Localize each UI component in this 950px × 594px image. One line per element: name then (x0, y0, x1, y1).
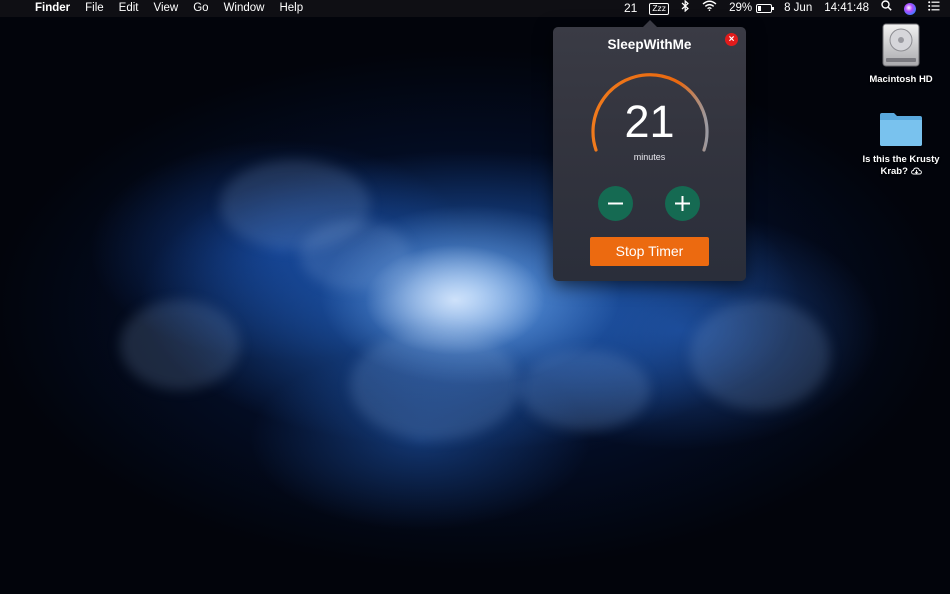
minus-icon (608, 202, 623, 205)
desktop-item-label: Macintosh HD (869, 74, 933, 85)
menu-help[interactable]: Help (279, 0, 303, 17)
folder-label-line1: Is this the Krusty (862, 154, 940, 165)
battery-icon (756, 4, 775, 13)
sleep-timer-icon[interactable]: Zzz (649, 2, 670, 15)
battery-percent: 29% (729, 2, 753, 14)
spotlight-search-icon[interactable] (881, 0, 892, 17)
close-button[interactable]: × (725, 33, 738, 46)
desktop-item-folder[interactable]: Is this the Krusty Krab? (856, 110, 946, 178)
decrease-button[interactable] (598, 186, 633, 221)
wallpaper-cloud (350, 330, 520, 440)
menu-date[interactable]: 8 Jun (784, 0, 812, 17)
wifi-icon[interactable] (702, 0, 717, 17)
folder-label-line2: Krab? (856, 166, 946, 178)
wallpaper-cloud (690, 300, 830, 410)
stop-timer-button[interactable]: Stop Timer (590, 237, 709, 266)
menu-view[interactable]: View (154, 0, 179, 17)
icloud-download-icon (910, 168, 922, 175)
increase-button[interactable] (665, 186, 700, 221)
battery-fill (758, 6, 762, 11)
timer-minutes-value: 21 (624, 96, 675, 147)
menu-edit[interactable]: Edit (119, 0, 139, 17)
folder-label-line2-text: Krab? (880, 166, 908, 177)
menu-app-name[interactable]: Finder (35, 0, 70, 17)
hard-drive-icon (882, 23, 920, 67)
wallpaper-cloud (300, 220, 410, 290)
desktop-item-macintosh-hd[interactable]: Macintosh HD (856, 22, 946, 86)
desktop-item-label: Is this the Krusty Krab? (856, 154, 946, 178)
sleepwithme-popover: SleepWithMe × 21 minutes Stop Timer (553, 20, 746, 281)
folder-icon (880, 113, 922, 146)
desktop[interactable]: Finder File Edit View Go Window Help 21 … (0, 0, 950, 594)
popover-title: SleepWithMe (607, 37, 692, 52)
battery-status[interactable]: 29% (729, 0, 775, 17)
timer-unit-label: minutes (633, 152, 666, 162)
wallpaper-cloud (120, 300, 240, 390)
bluetooth-icon[interactable] (681, 0, 690, 18)
menu-file[interactable]: File (85, 0, 104, 17)
siri-icon[interactable] (904, 2, 916, 15)
menu-go[interactable]: Go (193, 0, 208, 17)
notification-center-icon[interactable] (928, 0, 940, 17)
menu-bar: Finder File Edit View Go Window Help 21 … (0, 0, 950, 17)
timer-status-readout[interactable]: 21 (624, 0, 637, 17)
plus-icon (675, 196, 690, 211)
menu-window[interactable]: Window (224, 0, 265, 17)
menu-clock[interactable]: 14:41:48 (824, 0, 869, 17)
wallpaper-cloud (520, 350, 650, 430)
